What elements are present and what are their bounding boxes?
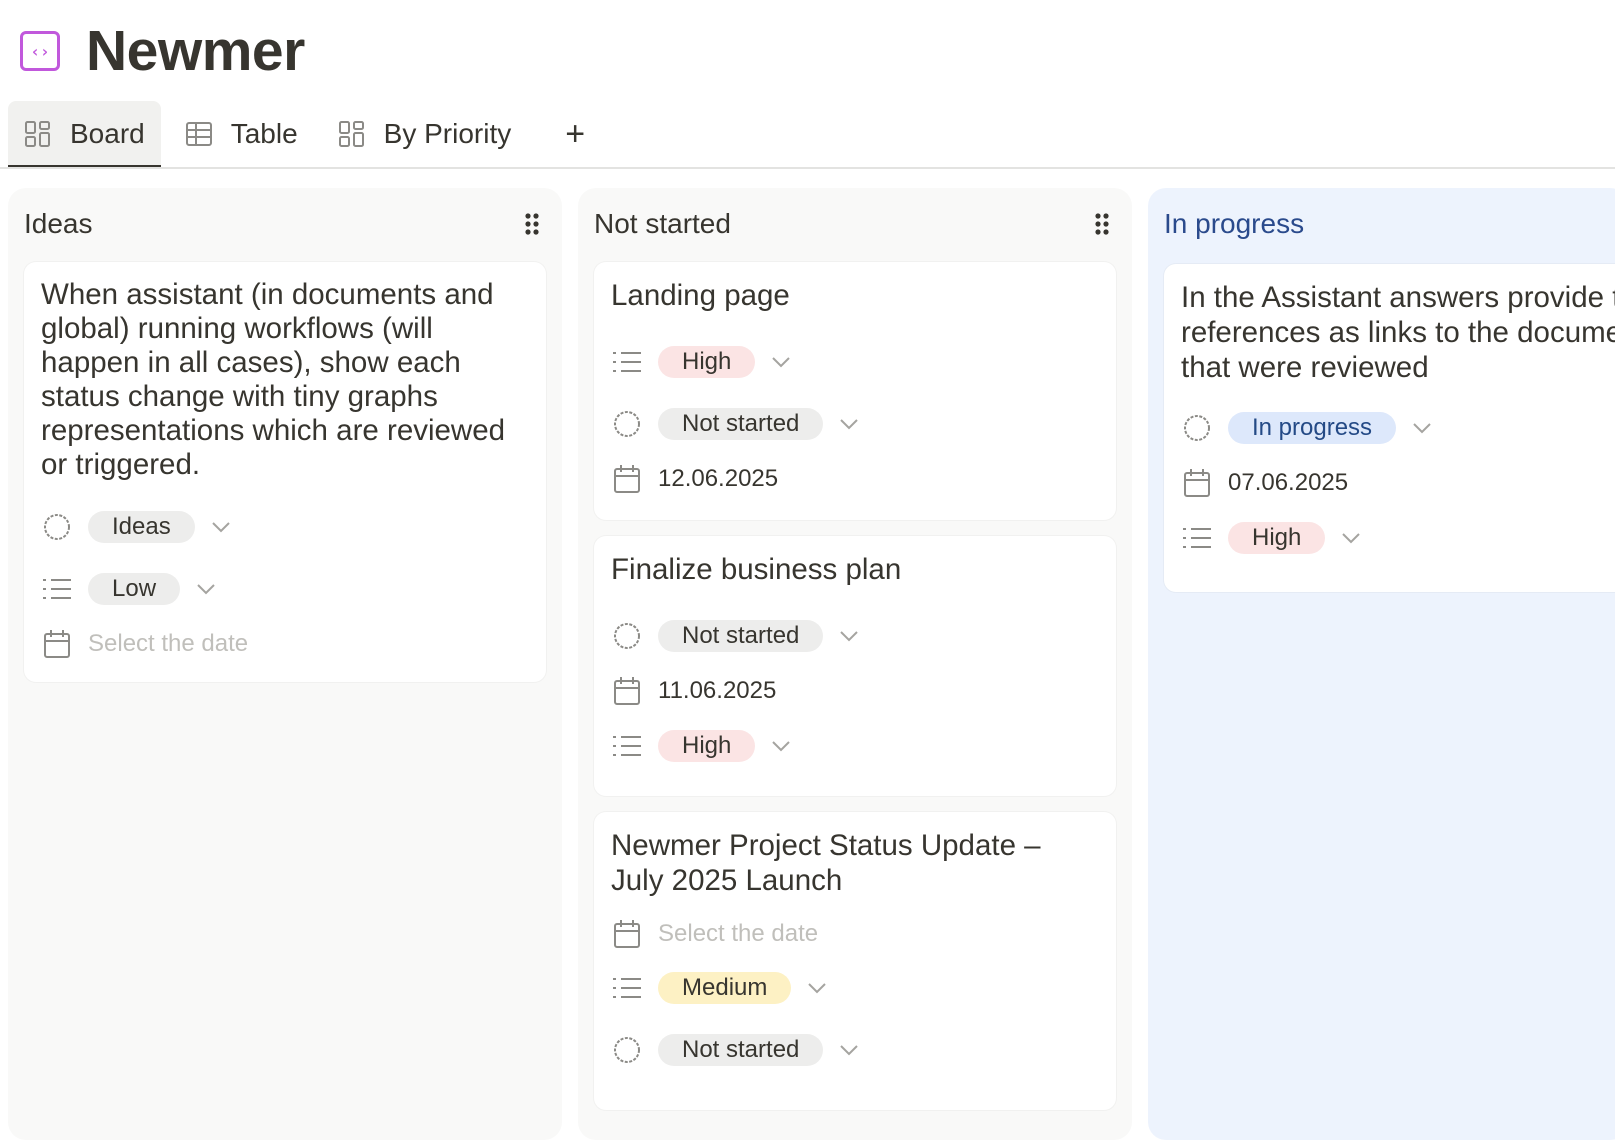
calendar-icon bbox=[41, 628, 73, 660]
chevron-down-icon[interactable] bbox=[839, 630, 859, 642]
status-circle-icon bbox=[611, 408, 643, 440]
board-card[interactable]: Finalize business plan Not started 11.06… bbox=[594, 536, 1116, 796]
status-circle-icon bbox=[1181, 412, 1213, 444]
board-column-ideas: Ideas When assistant (in documents and g… bbox=[8, 188, 562, 1140]
status-property[interactable]: In progress bbox=[1181, 410, 1432, 446]
date-placeholder[interactable]: Select the date bbox=[658, 920, 818, 948]
board-card[interactable]: Newmer Project Status Update – July 2025… bbox=[594, 812, 1116, 1110]
board-card[interactable]: In the Assistant answers provide the ref… bbox=[1164, 264, 1615, 592]
status-pill[interactable]: Not started bbox=[658, 408, 824, 440]
add-view-button[interactable]: + bbox=[565, 101, 585, 167]
list-icon bbox=[611, 972, 643, 1004]
list-icon bbox=[1181, 522, 1213, 554]
list-icon bbox=[611, 346, 643, 378]
card-title[interactable]: In the Assistant answers provide the ref… bbox=[1181, 280, 1615, 385]
priority-property[interactable]: High bbox=[1181, 520, 1361, 556]
card-title[interactable]: Finalize business plan bbox=[611, 552, 1091, 587]
list-icon bbox=[611, 730, 643, 762]
code-icon[interactable]: ‹› bbox=[20, 31, 60, 71]
status-property[interactable]: Ideas bbox=[41, 509, 231, 545]
priority-property[interactable]: High bbox=[611, 728, 791, 764]
card-title[interactable]: Newmer Project Status Update – July 2025… bbox=[611, 828, 1091, 898]
status-property[interactable]: Not started bbox=[611, 1032, 859, 1068]
priority-pill[interactable]: Medium bbox=[658, 972, 792, 1004]
drag-handle-icon[interactable] bbox=[524, 212, 540, 245]
tab-board[interactable]: Board bbox=[8, 101, 161, 169]
priority-property[interactable]: High bbox=[611, 344, 791, 380]
column-title[interactable]: Ideas bbox=[24, 208, 93, 240]
date-property[interactable]: Select the date bbox=[41, 626, 248, 662]
chevron-down-icon[interactable] bbox=[807, 982, 827, 994]
calendar-icon bbox=[1181, 467, 1213, 499]
status-pill[interactable]: Ideas bbox=[88, 511, 195, 543]
status-circle-icon bbox=[611, 620, 643, 652]
chevron-down-icon[interactable] bbox=[196, 583, 216, 595]
table-icon bbox=[185, 120, 213, 148]
page-header: ‹› Newmer bbox=[20, 18, 305, 84]
tabs-divider bbox=[0, 167, 1615, 169]
priority-pill[interactable]: Low bbox=[88, 573, 181, 605]
view-tabs: Board Table By Priority + bbox=[8, 101, 585, 169]
board-icon bbox=[24, 120, 52, 148]
status-property[interactable]: Not started bbox=[611, 406, 859, 442]
board-card[interactable]: When assistant (in documents and global)… bbox=[24, 262, 546, 682]
calendar-icon bbox=[611, 463, 643, 495]
card-title[interactable]: Landing page bbox=[611, 278, 1091, 313]
priority-pill[interactable]: High bbox=[658, 730, 756, 762]
calendar-icon bbox=[611, 675, 643, 707]
board-card[interactable]: Landing page High Not started 12.06.2025 bbox=[594, 262, 1116, 520]
tab-table[interactable]: Table bbox=[169, 101, 314, 167]
tab-label: Board bbox=[70, 118, 145, 149]
priority-pill[interactable]: High bbox=[1228, 522, 1326, 554]
board-icon bbox=[338, 120, 366, 148]
date-value[interactable]: 12.06.2025 bbox=[658, 465, 778, 493]
column-title[interactable]: Not started bbox=[594, 208, 731, 240]
tab-label: Table bbox=[230, 118, 298, 149]
list-icon bbox=[41, 573, 73, 605]
board-column-in-progress: In progress In the Assistant answers pro… bbox=[1148, 188, 1615, 1140]
date-property[interactable]: 11.06.2025 bbox=[611, 673, 776, 709]
priority-property[interactable]: Low bbox=[41, 571, 216, 607]
chevron-down-icon[interactable] bbox=[771, 356, 791, 368]
status-pill[interactable]: Not started bbox=[658, 1034, 824, 1066]
priority-pill[interactable]: High bbox=[658, 346, 756, 378]
date-property[interactable]: 12.06.2025 bbox=[611, 461, 778, 497]
tab-label: By Priority bbox=[383, 118, 512, 149]
tab-by-priority[interactable]: By Priority bbox=[322, 101, 528, 167]
priority-property[interactable]: Medium bbox=[611, 970, 827, 1006]
date-property[interactable]: 07.06.2025 bbox=[1181, 465, 1348, 501]
date-property[interactable]: Select the date bbox=[611, 916, 818, 952]
drag-handle-icon[interactable] bbox=[1094, 212, 1110, 245]
status-pill[interactable]: Not started bbox=[658, 620, 824, 652]
chevron-down-icon[interactable] bbox=[839, 1044, 859, 1056]
chevron-down-icon[interactable] bbox=[1341, 532, 1361, 544]
status-property[interactable]: Not started bbox=[611, 618, 859, 654]
status-circle-icon bbox=[41, 511, 73, 543]
column-title[interactable]: In progress bbox=[1164, 208, 1304, 240]
chevron-down-icon[interactable] bbox=[771, 740, 791, 752]
date-value[interactable]: 07.06.2025 bbox=[1228, 469, 1348, 497]
chevron-down-icon[interactable] bbox=[839, 418, 859, 430]
page-title[interactable]: Newmer bbox=[86, 18, 305, 84]
status-circle-icon bbox=[611, 1034, 643, 1066]
calendar-icon bbox=[611, 918, 643, 950]
chevron-down-icon[interactable] bbox=[211, 521, 231, 533]
date-value[interactable]: 11.06.2025 bbox=[658, 677, 776, 705]
board-column-not-started: Not started Landing page High Not starte… bbox=[578, 188, 1132, 1140]
chevron-down-icon[interactable] bbox=[1412, 422, 1432, 434]
status-pill[interactable]: In progress bbox=[1228, 412, 1397, 444]
card-title[interactable]: When assistant (in documents and global)… bbox=[41, 278, 521, 482]
date-placeholder[interactable]: Select the date bbox=[88, 630, 248, 658]
